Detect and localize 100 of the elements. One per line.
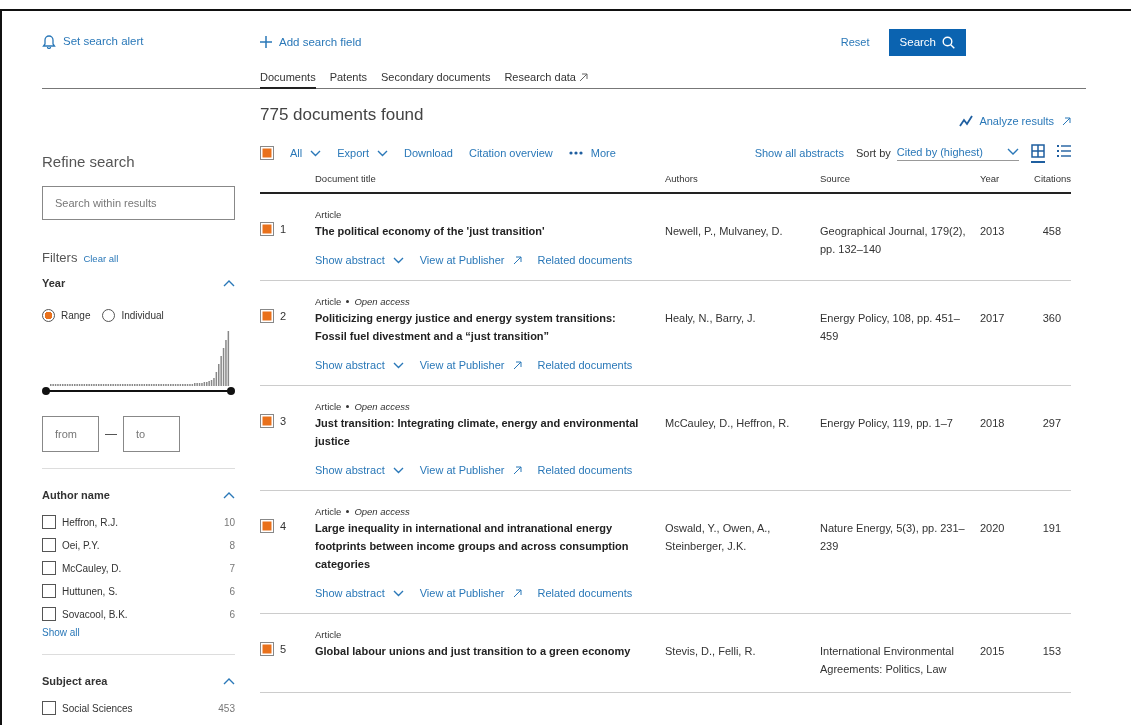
from-year-field[interactable]: from	[42, 416, 99, 452]
document-type: Article	[315, 505, 342, 517]
set-search-alert-link[interactable]: Set search alert	[42, 33, 144, 49]
filter-option-label[interactable]: Heffron, R.J.	[62, 516, 218, 528]
filter-option-label[interactable]: Huttunen, S.	[62, 585, 224, 597]
document-title-link[interactable]: Global labour unions and just transition to a green economy	[315, 642, 665, 660]
tab[interactable]: Patents	[329, 67, 367, 89]
checkbox[interactable]	[42, 701, 56, 715]
show-abstract-link[interactable]: Show abstract	[315, 587, 404, 599]
checkbox[interactable]	[42, 584, 56, 598]
search-button[interactable]: Search	[888, 28, 966, 56]
collapse-chevron-icon[interactable]	[223, 279, 235, 287]
filter-option-label[interactable]: Sovacool, B.K.	[62, 608, 224, 620]
related-documents-link[interactable]: Related documents	[537, 254, 633, 266]
sort-label: Sort by	[855, 147, 891, 159]
export-dropdown[interactable]: Export	[337, 147, 389, 159]
slider-thumb[interactable]	[227, 387, 235, 395]
tab[interactable]: Documents	[260, 67, 316, 89]
row-checkbox[interactable]	[260, 414, 274, 428]
open-access-label: Open access	[354, 295, 410, 307]
column-header[interactable]: Citations	[1025, 173, 1071, 184]
related-documents-link[interactable]: Related documents	[537, 587, 633, 599]
radio-circle[interactable]	[42, 309, 55, 322]
filter-option-label[interactable]: Oei, P.Y.	[62, 539, 224, 551]
view-at-publisher-link[interactable]: View at Publisher	[419, 587, 522, 599]
tab[interactable]: Research data	[504, 67, 588, 89]
citation-overview-link[interactable]: Citation overview	[468, 147, 553, 159]
source-cell-text: Geographical Journal, 179(2), pp. 132–140	[820, 224, 967, 257]
column-header[interactable]: Source	[820, 173, 980, 184]
document-title-link[interactable]: Politicizing energy justice and energy system transitions: Fossil fuel divestment and a “just transition”	[315, 309, 665, 345]
collapse-chevron-icon[interactable]	[223, 491, 235, 499]
checkbox[interactable]	[42, 607, 56, 621]
show-all-abstracts-link[interactable]: Show all abstracts	[754, 147, 844, 159]
checkbox[interactable]	[42, 515, 56, 529]
filters-title: Filters	[42, 250, 78, 265]
collapse-chevron-icon[interactable]	[223, 677, 235, 685]
document-title-link[interactable]: The political economy of the 'just transition'	[315, 222, 665, 240]
radio-option[interactable]: Individual	[102, 309, 164, 322]
external-link-icon	[512, 588, 522, 598]
row-number: 5	[280, 642, 287, 656]
checkbox[interactable]	[42, 538, 56, 552]
trend-line-icon	[959, 115, 975, 127]
column-header[interactable]: Authors	[665, 173, 820, 184]
show-abstract-link[interactable]: Show abstract	[315, 464, 404, 476]
analyze-results-link[interactable]: Analyze results	[959, 115, 1071, 127]
authors-cell-text: Healy, N., Barry, J.	[665, 311, 757, 326]
row-number: 1	[280, 222, 287, 236]
checkbox[interactable]	[42, 561, 56, 575]
citations-cell-text: 153	[1041, 644, 1062, 659]
filter-option-count: 10	[223, 516, 235, 528]
year-cell-text: 2015	[980, 644, 1006, 659]
column-header[interactable]: Document title	[315, 173, 665, 184]
row-checkbox[interactable]	[260, 642, 274, 656]
radio-option[interactable]: Range	[42, 309, 91, 322]
document-title-link[interactable]: Just transition: Integrating climate, energy and environmental justice	[315, 414, 665, 450]
view-at-publisher-link[interactable]: View at Publisher	[419, 254, 522, 266]
clear-all-link[interactable]: Clear all	[83, 253, 119, 264]
document-title-link[interactable]: Large inequality in international and intranational energy footprints between income groups and across consumption categories	[315, 519, 665, 573]
show-all-link[interactable]: Show all	[42, 627, 235, 638]
show-abstract-link[interactable]: Show abstract	[315, 359, 404, 371]
grid-view-icon[interactable]	[1031, 143, 1045, 163]
row-checkbox[interactable]	[260, 309, 274, 323]
row-number: 3	[280, 414, 287, 428]
authors-cell-text: Oswald, Y., Owen, A., Steinberger, J.K.	[665, 521, 772, 554]
view-at-publisher-link[interactable]: View at Publisher	[419, 464, 522, 476]
slider-thumb[interactable]	[42, 387, 50, 395]
external-link-icon	[512, 465, 522, 475]
download-link[interactable]: Download	[404, 147, 453, 159]
show-abstract-link[interactable]: Show abstract	[315, 254, 404, 266]
filter-section-title: Author name	[42, 489, 110, 501]
reset-link[interactable]: Reset	[840, 36, 870, 48]
authors-cell-text: Newell, P., Mulvaney, D.	[665, 224, 784, 239]
related-documents-link[interactable]: Related documents	[537, 464, 633, 476]
plus-icon	[260, 36, 272, 48]
view-at-publisher-link[interactable]: View at Publisher	[419, 359, 522, 371]
tab[interactable]: Secondary documents	[380, 67, 491, 89]
related-documents-link[interactable]: Related documents	[537, 359, 633, 371]
filter-option-label[interactable]: Social Sciences	[62, 702, 213, 714]
filter-option-count: 8	[229, 539, 235, 551]
row-number: 2	[280, 309, 287, 323]
bell-icon	[42, 33, 56, 49]
source-cell-text: Energy Policy, 108, pp. 451–459	[820, 311, 961, 344]
year-cell-text: 2013	[980, 224, 1006, 239]
document-type: Article	[315, 295, 342, 307]
filter-option-label[interactable]: McCauley, D.	[62, 562, 224, 574]
row-checkbox[interactable]	[260, 519, 274, 533]
more-link[interactable]: More	[568, 147, 616, 159]
column-header[interactable]: Year	[980, 173, 1025, 184]
select-all-checkbox[interactable]	[260, 146, 274, 160]
all-dropdown[interactable]: All	[290, 147, 322, 159]
caret-icon	[377, 149, 389, 157]
search-within-results-field[interactable]: Search within results	[42, 186, 235, 220]
caret-icon	[392, 466, 404, 474]
to-year-field[interactable]: to	[123, 416, 180, 452]
open-access-label: Open access	[354, 400, 410, 412]
row-checkbox[interactable]	[260, 222, 274, 236]
authors-cell-text: McCauley, D., Heffron, R.	[665, 416, 791, 431]
add-search-field-link[interactable]: Add search field	[260, 36, 362, 48]
sort-dropdown[interactable]: Cited by (highest)	[896, 145, 1019, 161]
source-cell-text: International Environmental Agreements: Politics, Law	[820, 644, 955, 677]
